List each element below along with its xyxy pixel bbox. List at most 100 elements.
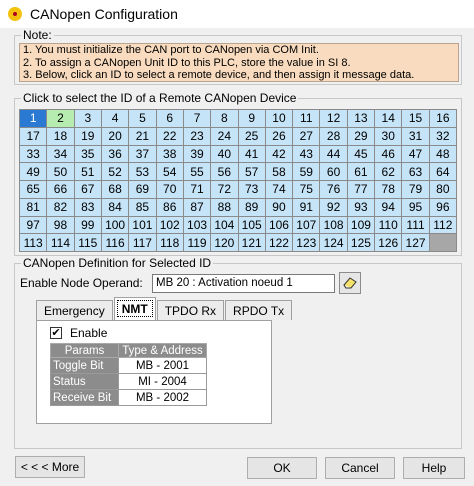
id-cell-82[interactable]: 82	[47, 198, 74, 216]
id-cell-91[interactable]: 91	[293, 198, 320, 216]
id-cell-59[interactable]: 59	[293, 163, 320, 180]
ok-button[interactable]: OK	[247, 457, 317, 479]
id-cell-37[interactable]: 37	[129, 145, 156, 163]
id-cell-49[interactable]: 49	[20, 163, 47, 180]
id-cell-94[interactable]: 94	[375, 198, 402, 216]
id-cell-85[interactable]: 85	[129, 198, 156, 216]
id-cell-17[interactable]: 17	[20, 127, 47, 145]
id-cell-70[interactable]: 70	[156, 181, 183, 198]
param-value[interactable]: MB - 2002	[118, 389, 207, 406]
id-cell-61[interactable]: 61	[347, 163, 375, 180]
id-cell-30[interactable]: 30	[375, 127, 402, 145]
id-cell-64[interactable]: 64	[429, 163, 456, 180]
id-cell-1[interactable]: 1	[20, 110, 47, 127]
id-cell-34[interactable]: 34	[47, 145, 74, 163]
id-cell-43[interactable]: 43	[293, 145, 320, 163]
help-button[interactable]: Help	[403, 457, 465, 479]
id-cell-33[interactable]: 33	[20, 145, 47, 163]
enable-row[interactable]: ✔ Enable	[50, 326, 107, 340]
id-cell-12[interactable]: 12	[320, 110, 347, 127]
id-cell-125[interactable]: 125	[347, 234, 375, 251]
tab-nmt[interactable]: NMT	[113, 297, 156, 320]
id-cell-105[interactable]: 105	[238, 216, 265, 234]
id-cell-51[interactable]: 51	[74, 163, 101, 180]
id-cell-126[interactable]: 126	[375, 234, 402, 251]
param-value[interactable]: MI - 2004	[118, 373, 207, 390]
id-cell-120[interactable]: 120	[211, 234, 238, 251]
id-cell-102[interactable]: 102	[156, 216, 183, 234]
id-cell-122[interactable]: 122	[265, 234, 293, 251]
id-cell-9[interactable]: 9	[238, 110, 265, 127]
tab-emergency[interactable]: Emergency	[36, 300, 113, 320]
id-cell-5[interactable]: 5	[129, 110, 156, 127]
id-cell-72[interactable]: 72	[211, 181, 238, 198]
id-cell-18[interactable]: 18	[47, 127, 74, 145]
id-cell-107[interactable]: 107	[293, 216, 320, 234]
id-cell-11[interactable]: 11	[293, 110, 320, 127]
id-cell-118[interactable]: 118	[156, 234, 183, 251]
id-cell-50[interactable]: 50	[47, 163, 74, 180]
id-cell-106[interactable]: 106	[265, 216, 293, 234]
id-cell-24[interactable]: 24	[211, 127, 238, 145]
id-cell-31[interactable]: 31	[402, 127, 429, 145]
id-cell-14[interactable]: 14	[375, 110, 402, 127]
id-cell-114[interactable]: 114	[47, 234, 74, 251]
id-cell-10[interactable]: 10	[265, 110, 293, 127]
id-cell-21[interactable]: 21	[129, 127, 156, 145]
id-cell-76[interactable]: 76	[320, 181, 347, 198]
id-cell-79[interactable]: 79	[402, 181, 429, 198]
id-cell-68[interactable]: 68	[101, 181, 129, 198]
id-cell-6[interactable]: 6	[156, 110, 183, 127]
id-cell-99[interactable]: 99	[74, 216, 101, 234]
id-cell-42[interactable]: 42	[265, 145, 293, 163]
id-cell-41[interactable]: 41	[238, 145, 265, 163]
param-value[interactable]: MB - 2001	[118, 357, 207, 374]
id-cell-88[interactable]: 88	[211, 198, 238, 216]
id-cell-115[interactable]: 115	[74, 234, 101, 251]
id-cell-28[interactable]: 28	[320, 127, 347, 145]
id-cell-97[interactable]: 97	[20, 216, 47, 234]
id-cell-60[interactable]: 60	[320, 163, 347, 180]
id-cell-89[interactable]: 89	[238, 198, 265, 216]
id-cell-66[interactable]: 66	[47, 181, 74, 198]
id-cell-7[interactable]: 7	[183, 110, 211, 127]
id-cell-46[interactable]: 46	[375, 145, 402, 163]
id-cell-96[interactable]: 96	[429, 198, 456, 216]
operand-input[interactable]: MB 20 : Activation noeud 1	[152, 274, 335, 293]
id-cell-4[interactable]: 4	[101, 110, 129, 127]
id-cell-52[interactable]: 52	[101, 163, 129, 180]
id-cell-56[interactable]: 56	[211, 163, 238, 180]
id-cell-58[interactable]: 58	[265, 163, 293, 180]
id-cell-25[interactable]: 25	[238, 127, 265, 145]
id-cell-54[interactable]: 54	[156, 163, 183, 180]
id-cell-101[interactable]: 101	[129, 216, 156, 234]
id-cell-74[interactable]: 74	[265, 181, 293, 198]
tab-tpdo-rx[interactable]: TPDO Rx	[156, 300, 225, 320]
tab-rpdo-tx[interactable]: RPDO Tx	[225, 300, 293, 320]
id-cell-78[interactable]: 78	[375, 181, 402, 198]
id-cell-86[interactable]: 86	[156, 198, 183, 216]
id-cell-23[interactable]: 23	[183, 127, 211, 145]
id-cell-57[interactable]: 57	[238, 163, 265, 180]
id-cell-16[interactable]: 16	[429, 110, 456, 127]
id-cell-116[interactable]: 116	[101, 234, 129, 251]
id-cell-44[interactable]: 44	[320, 145, 347, 163]
id-cell-36[interactable]: 36	[101, 145, 129, 163]
id-cell-8[interactable]: 8	[211, 110, 238, 127]
id-cell-81[interactable]: 81	[20, 198, 47, 216]
id-cell-65[interactable]: 65	[20, 181, 47, 198]
edit-operand-button[interactable]	[339, 272, 361, 294]
id-cell-98[interactable]: 98	[47, 216, 74, 234]
id-cell-53[interactable]: 53	[129, 163, 156, 180]
id-cell-26[interactable]: 26	[265, 127, 293, 145]
id-cell-121[interactable]: 121	[238, 234, 265, 251]
id-cell-104[interactable]: 104	[211, 216, 238, 234]
id-cell-35[interactable]: 35	[74, 145, 101, 163]
more-button[interactable]: < < < More	[15, 456, 85, 478]
id-cell-87[interactable]: 87	[183, 198, 211, 216]
id-cell-39[interactable]: 39	[183, 145, 211, 163]
id-cell-69[interactable]: 69	[129, 181, 156, 198]
enable-checkbox[interactable]: ✔	[50, 327, 62, 339]
id-cell-108[interactable]: 108	[320, 216, 347, 234]
id-cell-83[interactable]: 83	[74, 198, 101, 216]
